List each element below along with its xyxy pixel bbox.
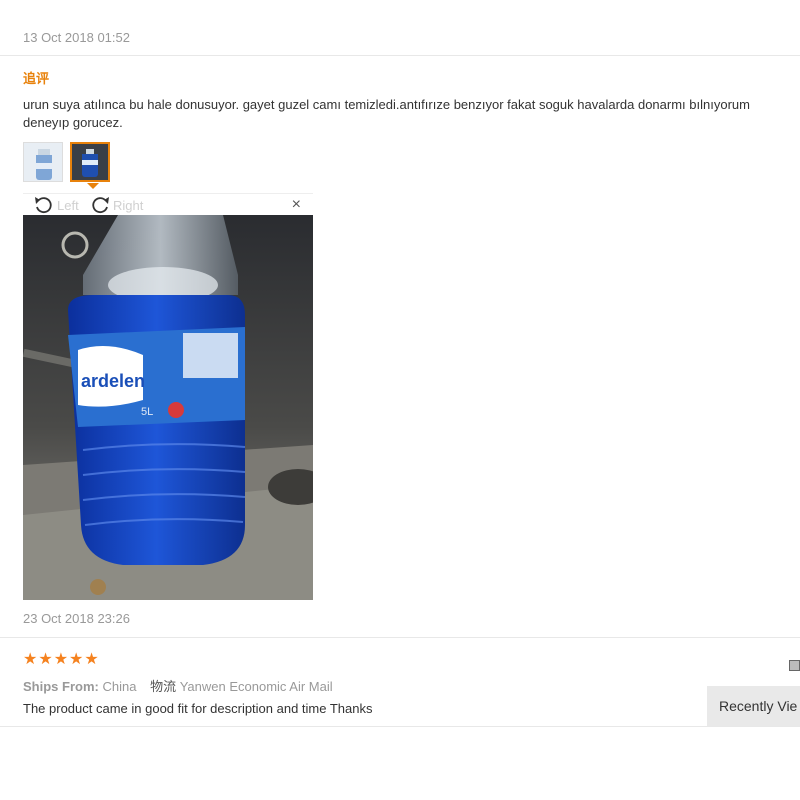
divider — [0, 55, 800, 56]
rotate-right-icon — [92, 197, 109, 214]
rotate-right-label: Right — [113, 197, 144, 213]
image-viewer-toolbar: Left Right × — [23, 193, 313, 216]
report-icon[interactable] — [789, 660, 800, 671]
rotate-right-button[interactable]: Right — [89, 194, 143, 216]
review-image-thumbnail-selected[interactable] — [70, 142, 110, 182]
review-text: urun suya atılınca bu hale donusuyor. ga… — [23, 97, 750, 130]
followup-label: 追评 — [23, 71, 50, 86]
star-icon: ★ — [53, 651, 69, 668]
divider — [0, 726, 800, 727]
close-viewer-button[interactable]: × — [292, 196, 301, 214]
review-image-thumbnail[interactable] — [23, 142, 63, 182]
bottle-photo-thumbnail-selected-icon — [72, 144, 108, 180]
star-rating: ★ ★ ★ ★ ★ — [23, 652, 99, 668]
bottle-brand-text: ardelen — [81, 371, 145, 391]
ships-from-label: Ships From: — [23, 679, 99, 694]
selected-thumbnail-pointer — [87, 183, 99, 189]
star-icon: ★ — [38, 651, 53, 668]
followup-date: 23 Oct 2018 23:26 — [23, 611, 130, 626]
logistics-value: Yanwen Economic Air Mail — [179, 679, 333, 694]
review-photo: ardelen 5L — [23, 215, 313, 600]
review-date: 13 Oct 2018 01:52 — [23, 30, 130, 45]
logistics-label: 物流 — [150, 679, 177, 694]
rotate-left-icon — [35, 197, 52, 214]
star-icon: ★ — [23, 651, 38, 668]
star-icon: ★ — [84, 651, 99, 668]
shipping-info: Ships From: China 物流 Yanwen Economic Air… — [23, 676, 333, 695]
rotate-left-label: Left — [57, 197, 79, 213]
recently-viewed-button[interactable]: Recently Vie — [707, 686, 800, 726]
star-icon: ★ — [69, 651, 84, 668]
bottle-volume-text: 5L — [141, 406, 153, 418]
bottle-photo-thumbnail-icon — [24, 143, 62, 181]
rotate-left-button[interactable]: Left — [33, 194, 79, 216]
divider — [0, 637, 800, 638]
ships-from-value: China — [102, 679, 137, 694]
review-text: The product came in good fit for descrip… — [23, 701, 373, 716]
